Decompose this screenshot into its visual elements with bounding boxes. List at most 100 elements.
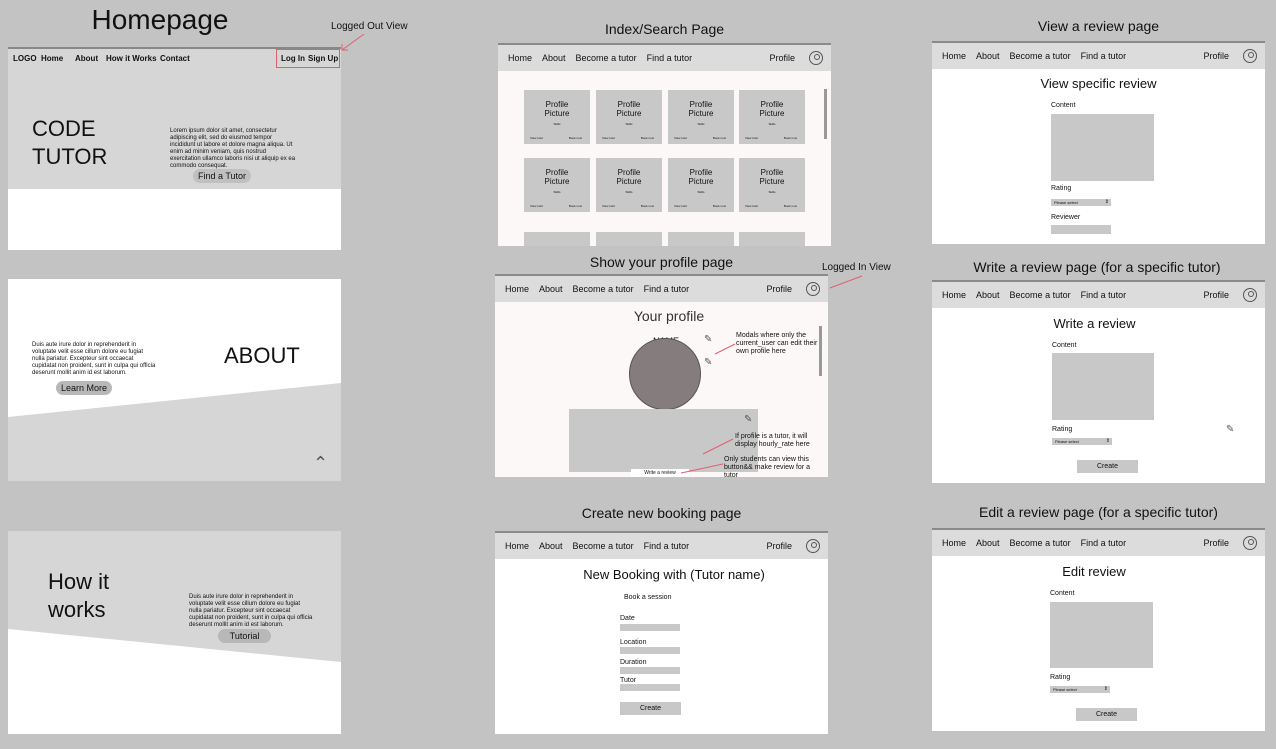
tutor-card[interactable]: Profile Picture Skills View tutor Book now xyxy=(524,158,590,212)
view-tutor-link[interactable]: View tutor xyxy=(530,204,543,208)
rating-select[interactable]: Please select xyxy=(1051,199,1111,206)
book-now-link[interactable]: Book now xyxy=(713,204,726,208)
nav-contact[interactable]: Contact xyxy=(160,54,190,63)
content-textarea[interactable] xyxy=(1052,353,1154,420)
reviewer-label: Reviewer xyxy=(1051,214,1081,221)
nav-profile[interactable]: Profile xyxy=(1203,51,1229,61)
find-tutor-button[interactable]: Find a Tutor xyxy=(193,169,251,183)
nav-home[interactable]: Home xyxy=(942,290,966,300)
date-input[interactable] xyxy=(620,624,680,631)
tutor-card[interactable]: Profile Picture Skills View tutor Book now xyxy=(739,158,805,212)
content-textarea[interactable] xyxy=(1050,602,1153,668)
nav-about[interactable]: About xyxy=(75,54,98,63)
tutor-card-partial[interactable] xyxy=(596,232,662,246)
nav-become-tutor[interactable]: Become a tutor xyxy=(1010,290,1071,300)
book-now-link[interactable]: Book now xyxy=(641,136,654,140)
nav-about[interactable]: About xyxy=(976,290,1000,300)
nav-become-tutor[interactable]: Become a tutor xyxy=(1010,51,1071,61)
tutor-card[interactable]: Profile Picture Skills View tutor Book now xyxy=(596,158,662,212)
nav-about[interactable]: About xyxy=(539,541,563,551)
tutor-card[interactable]: Profile Picture Skills View tutor Book now xyxy=(524,90,590,144)
about-frame: Duis aute irure dolor in reprehenderit i… xyxy=(8,279,341,481)
location-input[interactable] xyxy=(620,647,680,654)
nav-home[interactable]: Home xyxy=(942,51,966,61)
duration-input[interactable] xyxy=(620,667,680,674)
nav-find-tutor[interactable]: Find a tutor xyxy=(1081,538,1127,548)
view-tutor-link[interactable]: View tutor xyxy=(674,136,687,140)
nav-about[interactable]: About xyxy=(976,51,1000,61)
book-now-link[interactable]: Book now xyxy=(641,204,654,208)
nav-home[interactable]: Home xyxy=(41,54,63,63)
duration-label: Duration xyxy=(620,659,647,666)
view-tutor-link[interactable]: View tutor xyxy=(602,204,615,208)
nav-home[interactable]: Home xyxy=(942,538,966,548)
book-now-link[interactable]: Book now xyxy=(569,204,582,208)
tutor-card[interactable]: Profile Picture Skills View tutor Book now xyxy=(596,90,662,144)
nav-home[interactable]: Home xyxy=(505,541,529,551)
create-button[interactable]: Create xyxy=(620,702,681,715)
learn-more-button[interactable]: Learn More xyxy=(56,381,112,395)
write-review-title: Write a review page (for a specific tuto… xyxy=(973,259,1221,275)
book-now-link[interactable]: Book now xyxy=(784,136,797,140)
card-skills: Skills xyxy=(553,190,561,194)
view-review-title: View a review page xyxy=(1037,18,1160,34)
user-icon[interactable] xyxy=(1243,49,1257,63)
nav-profile[interactable]: Profile xyxy=(1203,290,1229,300)
tutor-card-partial[interactable] xyxy=(739,232,805,246)
annotation-arrow xyxy=(829,275,863,289)
create-button[interactable]: Create xyxy=(1077,460,1138,473)
view-tutor-link[interactable]: View tutor xyxy=(745,136,758,140)
tutor-input[interactable] xyxy=(620,684,680,691)
nav-become-tutor[interactable]: Become a tutor xyxy=(576,53,637,63)
nav-find-tutor[interactable]: Find a tutor xyxy=(1081,51,1127,61)
annotation-arrow xyxy=(341,33,365,51)
edit-review-heading: Edit review xyxy=(1062,564,1126,579)
user-icon[interactable] xyxy=(1243,288,1257,302)
edit-icon[interactable]: ✎ xyxy=(1226,424,1234,435)
view-tutor-link[interactable]: View tutor xyxy=(745,204,758,208)
user-icon[interactable] xyxy=(806,539,820,553)
view-tutor-link[interactable]: View tutor xyxy=(674,204,687,208)
profile-picture-label: Profile Picture xyxy=(544,168,570,186)
nav-home[interactable]: Home xyxy=(508,53,532,63)
tutor-card[interactable]: Profile Picture Skills View tutor Book now xyxy=(668,158,734,212)
nav-find-tutor[interactable]: Find a tutor xyxy=(1081,290,1127,300)
tutor-card-partial[interactable] xyxy=(524,232,590,246)
logo[interactable]: LOGO xyxy=(13,54,37,63)
tutorial-button[interactable]: Tutorial xyxy=(218,629,271,643)
nav-profile[interactable]: Profile xyxy=(1203,538,1229,548)
how-text: Duis aute irure dolor in reprehenderit i… xyxy=(189,594,313,628)
nav-find-tutor[interactable]: Find a tutor xyxy=(647,53,693,63)
view-tutor-link[interactable]: View tutor xyxy=(602,136,615,140)
user-icon[interactable] xyxy=(1243,536,1257,550)
rating-select[interactable]: Please select xyxy=(1052,438,1112,445)
book-now-link[interactable]: Book now xyxy=(784,204,797,208)
nav-profile[interactable]: Profile xyxy=(769,53,795,63)
tutor-card[interactable]: Profile Picture Skills View tutor Book now xyxy=(739,90,805,144)
rating-select[interactable]: Please select xyxy=(1050,686,1110,693)
nav-become-tutor[interactable]: Become a tutor xyxy=(573,541,634,551)
book-now-link[interactable]: Book now xyxy=(713,136,726,140)
card-skills: Skills xyxy=(697,190,705,194)
view-tutor-link[interactable]: View tutor xyxy=(530,136,543,140)
scrollbar[interactable] xyxy=(824,89,827,139)
tutor-card[interactable]: Profile Picture Skills View tutor Book now xyxy=(668,90,734,144)
login-link[interactable]: Log In xyxy=(281,54,305,63)
content-label: Content xyxy=(1050,590,1075,597)
user-icon[interactable] xyxy=(809,51,823,65)
nav-profile[interactable]: Profile xyxy=(766,541,792,551)
scroll-up-icon[interactable]: ⌃ xyxy=(313,453,328,474)
nav-about[interactable]: About xyxy=(542,53,566,63)
card-skills: Skills xyxy=(625,122,633,126)
book-now-link[interactable]: Book now xyxy=(569,136,582,140)
annotation-arrows xyxy=(680,343,736,474)
card-skills: Skills xyxy=(625,190,633,194)
tutor-card-partial[interactable] xyxy=(668,232,734,246)
signup-link[interactable]: Sign Up xyxy=(308,54,338,63)
nav-about[interactable]: About xyxy=(976,538,1000,548)
nav-find-tutor[interactable]: Find a tutor xyxy=(644,541,690,551)
profile-picture-label: Profile Picture xyxy=(544,100,570,118)
nav-become-tutor[interactable]: Become a tutor xyxy=(1010,538,1071,548)
nav-how-it-works[interactable]: How it Works xyxy=(106,54,157,63)
create-button[interactable]: Create xyxy=(1076,708,1137,721)
